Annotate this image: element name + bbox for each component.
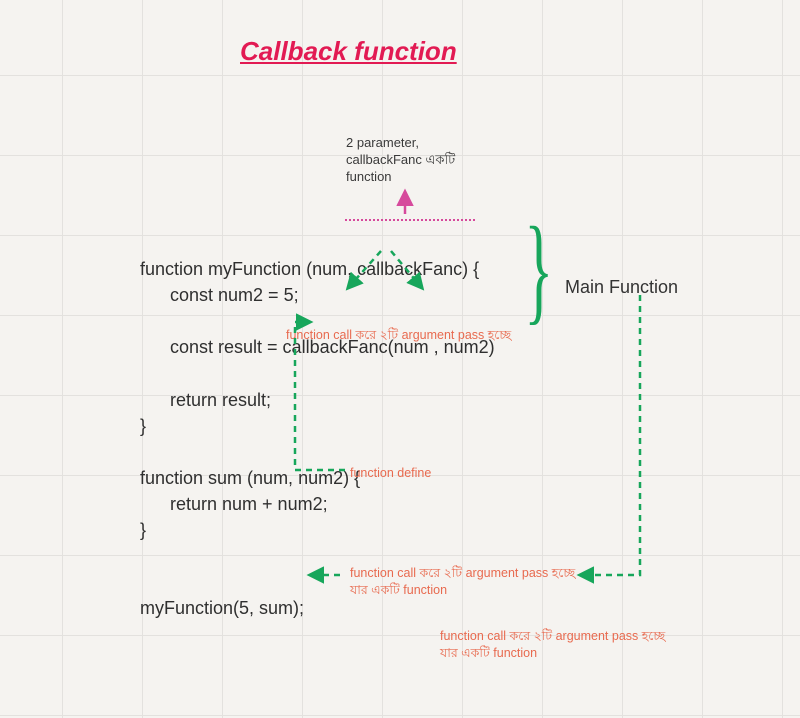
code-line-7: } xyxy=(140,416,146,436)
parameter-note-line3: function xyxy=(346,169,392,184)
code-line-9: function sum (num, num2) { xyxy=(140,468,360,488)
annotation-callback-call: function call করে ২টি argument pass হচ্ছ… xyxy=(286,327,511,344)
code-line-2: const num2 = 5; xyxy=(140,285,299,305)
brace-icon: } xyxy=(524,209,553,329)
code-block: function myFunction (num, callbackFanc) … xyxy=(140,230,495,621)
annotation-myfunction-call: function call করে ২টি argument pass হচ্ছ… xyxy=(350,565,575,599)
arrow-mainfn-to-call-icon xyxy=(580,295,640,575)
annotation-myfunction-call-2: function call করে ২টি argument pass হচ্ছ… xyxy=(440,628,665,662)
main-function-label: Main Function xyxy=(565,277,678,298)
code-line-14: myFunction(5, sum); xyxy=(140,598,304,618)
parameter-note-line2: callbackFanc একটি xyxy=(346,152,455,167)
parameter-note-line1: 2 parameter, xyxy=(346,135,419,150)
dotted-underline xyxy=(345,219,475,221)
annotation-function-define: function define xyxy=(350,465,431,482)
parameter-note: 2 parameter, callbackFanc একটি function xyxy=(346,135,455,186)
code-line-1: function myFunction (num, callbackFanc) … xyxy=(140,259,479,279)
diagram-title: Callback function xyxy=(240,36,457,67)
code-line-10: return num + num2; xyxy=(140,494,328,514)
code-line-11: } xyxy=(140,520,146,540)
code-line-6: return result; xyxy=(140,390,271,410)
